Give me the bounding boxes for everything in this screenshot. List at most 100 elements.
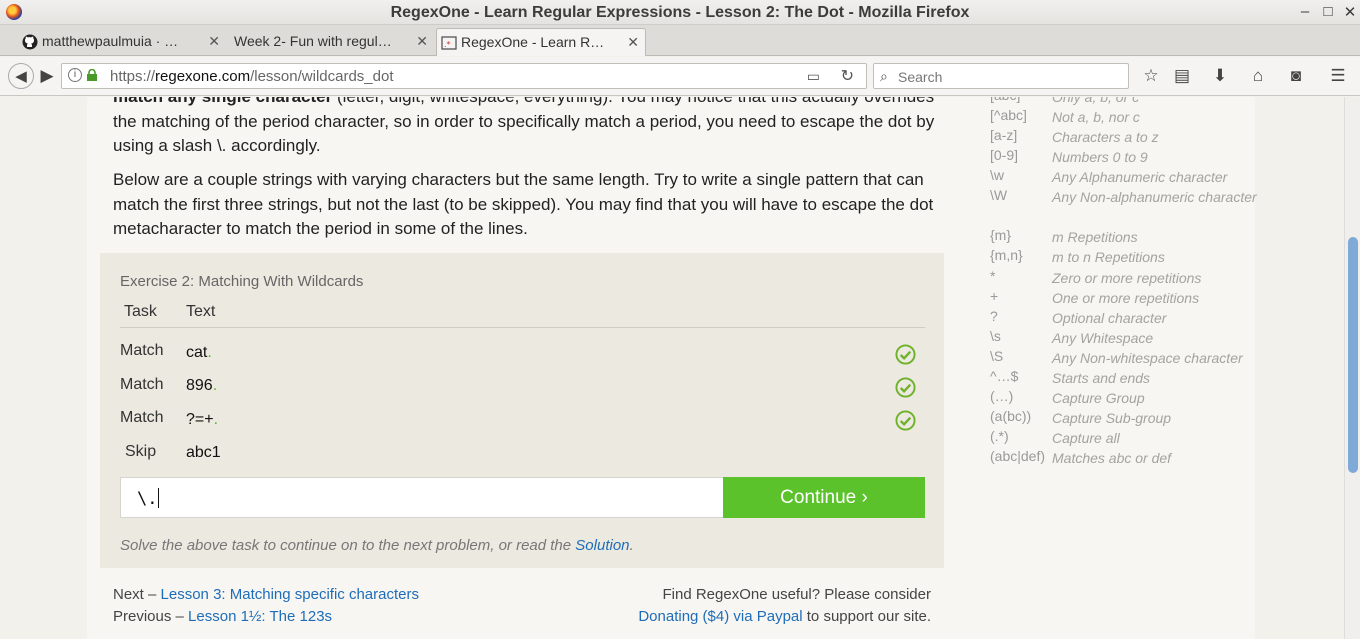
donate-line: Donating ($4) via Paypal to support our … [638,608,931,625]
scrollbar-thumb[interactable] [1348,237,1358,473]
previous-lesson: Previous – Lesson 1½: The 123s [113,608,332,625]
task-text: 896. [186,377,217,395]
cheatsheet-key: (…) [990,388,1014,404]
cheatsheet-key: {m} [990,227,1012,243]
close-tab-icon[interactable]: ✕ [627,34,639,51]
maximize-icon[interactable]: □ [1320,3,1336,20]
regex-input[interactable]: \. [120,477,724,518]
download-icon[interactable]: ⬇ [1209,66,1231,86]
donate-text-end: to support our site. [802,608,931,625]
cheatsheet-key: (abc|def) [990,448,1045,464]
task-text: cat. [186,344,212,362]
url-scheme: https:// [110,68,156,85]
reader-view-icon[interactable]: ▭ [807,68,820,85]
cheatsheet-key: * [990,268,996,284]
home-icon[interactable]: ⌂ [1247,66,1269,86]
cheatsheet-key: (.*) [990,428,1009,444]
search-icon: ⌕ [880,68,888,84]
page-viewport: match any single character (letter, digi… [0,97,1344,639]
search-bar[interactable]: ⌕ Search [873,63,1129,89]
column-header-text: Text [186,303,216,320]
cheatsheet-key: ^…$ [990,368,1019,384]
url-domain: regexone.com [155,68,251,85]
tab-regexone[interactable]: .* RegexOne - Learn R… ✕ [436,28,646,56]
match-string: cat [186,344,208,361]
cheatsheet-key: ? [990,308,998,324]
highlighted-dot: . [212,377,218,394]
menu-icon[interactable]: ☰ [1327,66,1349,86]
minimize-icon[interactable]: – [1297,3,1313,20]
svg-text:.*: .* [444,40,451,49]
tab-week2[interactable]: Week 2- Fun with regul… ✕ [226,28,434,56]
cheatsheet-description: Capture all [1052,430,1120,446]
cheatsheet-description: Optional character [1052,310,1167,326]
continue-button[interactable]: Continue › [723,477,925,518]
page-scrollbar[interactable] [1344,97,1360,639]
cheatsheet-description: Any Alphanumeric character [1052,169,1228,185]
highlighted-dot: . [213,411,219,428]
divider [120,327,925,328]
cheatsheet-key: \w [990,167,1004,183]
cheatsheet-description: Any Non-whitespace character [1052,350,1243,366]
cheatsheet-key: (a(bc)) [990,408,1032,424]
previous-prefix: Previous – [113,608,189,625]
previous-lesson-link[interactable]: Lesson 1½: The 123s [188,608,332,625]
bookmark-star-icon[interactable]: ☆ [1140,66,1162,86]
donate-link[interactable]: Donating ($4) via Paypal [638,608,802,625]
pocket-icon[interactable]: ◙ [1285,66,1307,86]
tab-github[interactable]: matthewpaulmuia · … ✕ [18,28,226,56]
bookmarks-list-icon[interactable]: ▤ [1171,66,1193,86]
cheatsheet-description: Numbers 0 to 9 [1052,149,1148,165]
highlighted-dot: . [207,344,212,361]
cheatsheet-description: Any Whitespace [1052,330,1154,346]
regexone-icon: .* [441,36,457,50]
window-title: RegexOne - Learn Regular Expressions - L… [390,4,970,21]
match-string: ?=+ [186,411,214,428]
back-button[interactable]: ◀ [8,63,34,89]
next-lesson-link[interactable]: Lesson 3: Matching specific characters [161,586,419,603]
tab-label: Week 2- Fun with regul… [234,33,392,49]
url-bar[interactable]: i https://regexone.com/lesson/wildcards_… [61,63,867,89]
url-path: /lesson/wildcards_dot [250,68,394,85]
lock-icon [87,69,97,81]
url-text[interactable]: https://regexone.com/lesson/wildcards_do… [110,68,394,85]
cheatsheet-key: [abc] [990,97,1020,103]
task-label: Match [120,409,164,426]
cheatsheet-key: \W [990,187,1008,203]
cheatsheet-description: Capture Sub-group [1052,410,1172,426]
close-tab-icon[interactable]: ✕ [208,33,220,50]
cheatsheet-key: \s [990,328,1001,344]
lesson-paragraph-1: match any single character (letter, digi… [113,97,943,159]
cheatsheet-description: One or more repetitions [1052,290,1200,306]
next-lesson: Next – Lesson 3: Matching specific chara… [113,586,419,603]
window-titlebar: RegexOne - Learn Regular Expressions - L… [0,0,1360,25]
cheatsheet-key: [^abc] [990,107,1027,123]
lesson-paragraph-2: Below are a couple strings with varying … [113,170,934,238]
github-icon [22,34,38,50]
info-icon[interactable]: i [68,68,82,82]
solution-link[interactable]: Solution [575,537,629,554]
match-string: 896 [186,377,213,394]
exercise-panel: Exercise 2: Matching With Wildcards Task… [100,253,944,568]
donate-text: Find RegexOne useful? Please consider [662,586,932,603]
cheatsheet-key: {m,n} [990,247,1023,263]
close-tab-icon[interactable]: ✕ [416,33,428,50]
text-caret [158,488,160,508]
check-icon [895,410,916,431]
cheatsheet-description: Capture Group [1052,390,1145,406]
tab-bar: matthewpaulmuia · … ✕ Week 2- Fun with r… [0,25,1360,77]
tab-label: matthewpaulmuia · … [42,33,179,49]
cheatsheet-key: + [990,288,999,304]
cheatsheet-description: Only a, b, or c [1052,97,1140,105]
close-window-icon[interactable]: ✕ [1342,3,1358,21]
exercise-title: Exercise 2: Matching With Wildcards [120,273,364,290]
skip-string: abc1 [186,444,221,461]
navigation-bar: ◀ ▶ i https://regexone.com/lesson/wildca… [0,57,1360,96]
cheatsheet-description: Matches abc or def [1052,450,1172,466]
task-label: Match [120,376,164,393]
lesson-bold-text: match any single character [113,97,332,106]
cheatsheet-description: Characters a to z [1052,129,1159,145]
forward-button[interactable]: ▶ [36,66,58,86]
reload-icon[interactable]: ↻ [841,66,854,86]
lesson-content: match any single character (letter, digi… [87,97,1257,639]
